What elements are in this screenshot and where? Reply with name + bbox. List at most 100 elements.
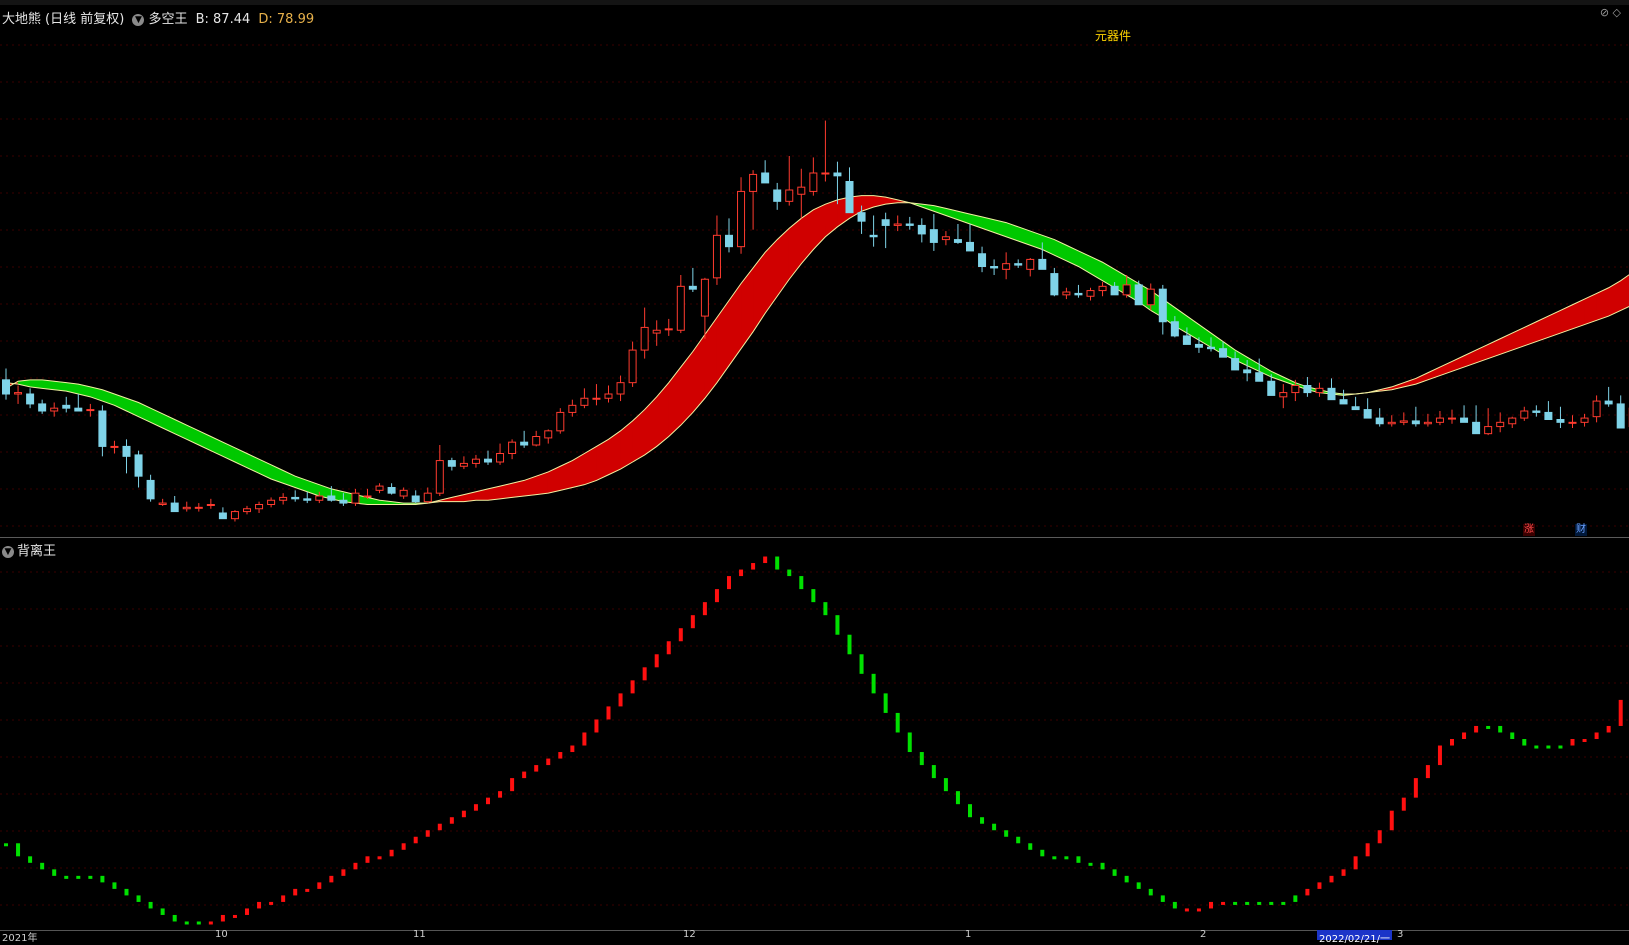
divergence-bar	[473, 804, 478, 811]
divergence-bar	[1269, 901, 1274, 905]
divergence-bar	[763, 556, 768, 564]
divergence-bar	[1100, 862, 1105, 870]
divergence-bar	[1606, 725, 1611, 733]
divergence-bar	[1028, 843, 1033, 850]
divergence-bar	[16, 843, 21, 857]
divergence-bar	[1172, 901, 1177, 909]
x-tick-label: 11	[413, 929, 426, 940]
divergence-bar	[76, 875, 81, 879]
divergence-bar	[739, 569, 744, 577]
divergence-bar	[1365, 843, 1370, 857]
divergence-bar	[1040, 849, 1045, 857]
divergence-bar	[1377, 830, 1382, 844]
divergence-bar	[943, 778, 948, 792]
divergence-bar	[642, 667, 647, 681]
divergence-bar	[1486, 725, 1491, 729]
divergence-bar	[1245, 901, 1250, 905]
divergence-bar	[1389, 810, 1394, 831]
divergence-bar	[1558, 745, 1563, 749]
divergence-bar	[425, 830, 430, 837]
divergence-bar	[1064, 856, 1069, 860]
divergence-bar	[1474, 725, 1479, 733]
divergence-bar	[871, 673, 876, 694]
divergence-bar-chart[interactable]	[0, 0, 1629, 939]
divergence-bar	[630, 680, 635, 694]
divergence-bar	[787, 569, 792, 577]
x-tick-label: 3	[1397, 929, 1404, 940]
divergence-bar	[1281, 901, 1286, 905]
divergence-bar	[232, 914, 237, 918]
divergence-bar	[690, 615, 695, 629]
divergence-bar	[1124, 875, 1129, 883]
divergence-bar	[1233, 901, 1238, 905]
divergence-bar	[136, 895, 141, 902]
divergence-bar	[678, 628, 683, 642]
divergence-bar	[510, 778, 515, 792]
divergence-bar	[835, 615, 840, 635]
divergence-bar	[1450, 739, 1454, 746]
divergence-bar	[1136, 882, 1141, 889]
divergence-bar	[1004, 830, 1009, 837]
divergence-bar	[895, 712, 900, 733]
x-tick-label: 12	[683, 929, 696, 940]
divergence-bar	[1534, 745, 1539, 749]
divergence-bar	[389, 849, 394, 857]
divergence-bar	[847, 634, 852, 655]
divergence-bar	[1353, 856, 1358, 870]
divergence-bar	[534, 765, 539, 772]
divergence-bar	[1052, 856, 1057, 860]
divergence-bar	[257, 901, 262, 909]
divergence-bar	[64, 875, 69, 879]
divergence-bar	[751, 563, 756, 570]
divergence-bar	[52, 869, 57, 876]
divergence-bar	[618, 693, 623, 707]
divergence-bar	[907, 732, 912, 753]
divergence-bar	[1112, 869, 1117, 876]
divergence-bar	[775, 556, 780, 570]
divergence-bar	[293, 888, 298, 896]
divergence-bar	[281, 895, 286, 902]
divergence-bar	[859, 654, 864, 674]
divergence-bar	[1160, 895, 1165, 902]
divergence-bar	[124, 888, 129, 896]
divergence-bar	[401, 843, 406, 850]
divergence-bar	[1462, 732, 1467, 739]
divergence-bar	[112, 882, 117, 889]
divergence-bar	[208, 921, 213, 925]
divergence-bar	[100, 875, 105, 883]
divergence-bar	[498, 791, 503, 798]
divergence-bar	[1582, 739, 1587, 742]
divergence-bar	[365, 856, 370, 863]
divergence-bar	[919, 752, 924, 766]
divergence-bar	[968, 804, 972, 818]
divergence-bar	[883, 693, 888, 713]
divergence-bar	[317, 882, 322, 889]
divergence-bar	[1401, 797, 1406, 811]
divergence-bar	[1329, 875, 1334, 883]
divergence-bar	[1498, 725, 1503, 733]
divergence-bar	[931, 765, 936, 779]
divergence-bar	[172, 914, 177, 922]
divergence-bar	[1221, 901, 1226, 905]
divergence-bar	[1570, 739, 1575, 746]
divergence-bar	[522, 771, 527, 779]
divergence-bar	[1088, 862, 1093, 866]
divergence-bar	[160, 908, 165, 915]
divergence-bar	[955, 791, 960, 805]
divergence-bar	[449, 817, 454, 824]
divergence-bar	[329, 875, 334, 883]
divergence-bar	[1618, 699, 1623, 726]
divergence-bar	[1257, 901, 1262, 905]
divergence-bar	[1209, 901, 1213, 909]
divergence-bar	[1522, 739, 1527, 746]
divergence-bar	[594, 719, 599, 733]
divergence-bar	[148, 901, 153, 909]
divergence-bar	[184, 921, 189, 925]
divergence-bar	[980, 817, 985, 824]
divergence-bar	[1317, 882, 1322, 889]
divergence-bar	[486, 797, 490, 805]
divergence-bar	[1016, 836, 1021, 844]
divergence-bar	[1437, 745, 1442, 766]
divergence-bar	[40, 862, 45, 870]
divergence-bar	[1594, 732, 1599, 739]
